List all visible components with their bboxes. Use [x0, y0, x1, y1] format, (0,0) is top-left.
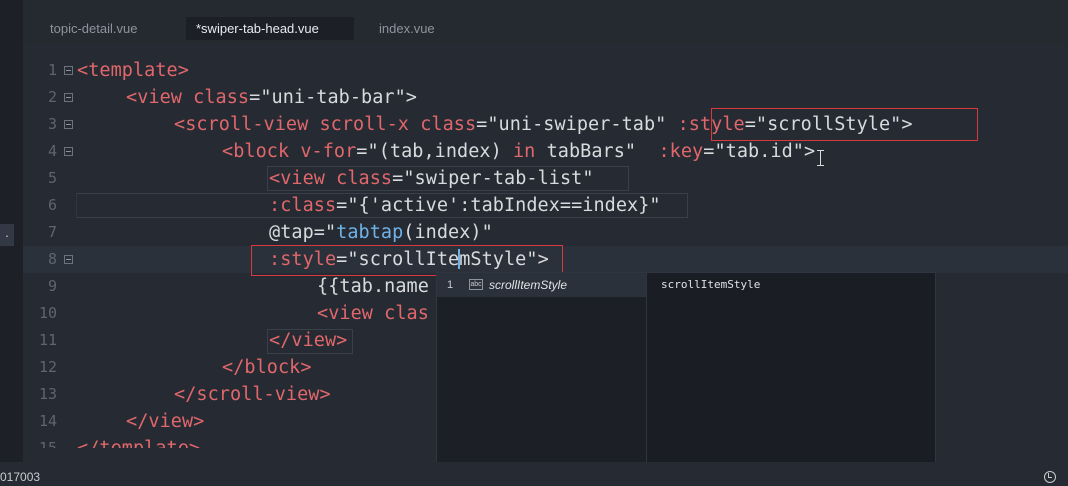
line-number: 11	[38, 331, 57, 349]
code-token: clas	[384, 303, 429, 324]
code-line[interactable]: 3 <scroll-view scroll-x class="uni-swipe…	[23, 111, 1068, 138]
autocomplete-item-index: 1	[447, 279, 454, 291]
autocomplete-popup[interactable]: 1 abc scrollItemStyle scrollItemStyle	[436, 272, 936, 486]
code-token: "swiper-tab-list"	[403, 168, 594, 189]
line-number: 8	[47, 250, 57, 268]
sync-status-icon[interactable]	[1044, 471, 1056, 483]
autocomplete-list[interactable]: 1 abc scrollItemStyle	[437, 273, 647, 485]
code-token: <view	[126, 87, 182, 108]
tab-topic-detail[interactable]: topic-detail.vue	[40, 17, 147, 40]
code-token: {{tab.name	[317, 276, 429, 297]
autocomplete-detail: scrollItemStyle	[661, 278, 761, 291]
line-number: 2	[47, 88, 57, 106]
tab-index[interactable]: index.vue	[369, 17, 445, 40]
code-token: </template>	[77, 438, 200, 448]
code-token: "scrollIte	[347, 249, 460, 270]
autocomplete-item-selected[interactable]: 1 abc scrollItemStyle	[437, 273, 646, 297]
code-token: :style	[269, 249, 337, 270]
line-number: 4	[47, 142, 57, 160]
code-line[interactable]: 6 :class="{'active':tabIndex==index}"	[23, 192, 1068, 219]
line-number: 14	[38, 412, 57, 430]
left-sidebar-strip: .	[0, 0, 23, 486]
code-token: tabtap	[336, 222, 404, 243]
code-token: "tab.i	[714, 141, 782, 162]
side-marker[interactable]: .	[0, 224, 14, 246]
code-token: "uni-tab-bar"	[260, 87, 406, 108]
code-line[interactable]: 7 @tap="tabtap(index)"	[23, 219, 1068, 246]
code-line[interactable]: 2 <view class="uni-tab-bar">	[23, 84, 1068, 111]
code-token: <template>	[77, 60, 189, 81]
code-line[interactable]: 5 <view class="swiper-tab-list"	[23, 165, 1068, 192]
line-number: 3	[47, 115, 57, 133]
code-token: class	[336, 168, 393, 189]
code-token: </view>	[126, 411, 205, 432]
code-token: =	[476, 114, 488, 135]
code-token: mStyle"	[459, 249, 538, 270]
fold-toggle-icon[interactable]	[64, 120, 73, 129]
code-token: in	[512, 141, 536, 162]
line-number: 1	[47, 61, 57, 79]
code-token: <view	[269, 168, 325, 189]
code-token: (index)"	[403, 222, 493, 243]
code-token: <view	[317, 303, 373, 324]
code-token: :style	[677, 114, 745, 135]
code-line-current[interactable]: 8 :style="scrollItemStyle">	[23, 246, 1068, 273]
code-token: </block>	[222, 357, 312, 378]
code-token: "uni-swiper-tab"	[487, 114, 667, 135]
code-token: <block	[222, 141, 290, 162]
code-token: >	[901, 114, 913, 135]
line-number: 15	[38, 439, 57, 448]
code-token: d"	[781, 141, 804, 162]
code-token: "{'active':tabIndex==index}"	[347, 195, 661, 216]
code-token: ="	[313, 222, 337, 243]
tab-swiper-tab-head[interactable]: *swiper-tab-head.vue	[186, 17, 354, 40]
tab-bar: topic-detail.vue *swiper-tab-head.vue in…	[23, 0, 1068, 44]
code-token: scroll-x	[319, 114, 409, 135]
code-token: <scroll-view	[174, 114, 309, 135]
line-number: 12	[38, 358, 57, 376]
code-token: "scrollStyle"	[755, 114, 902, 135]
code-token: </scroll-view>	[174, 384, 331, 405]
line-number: 10	[38, 304, 57, 322]
code-token: >	[405, 87, 417, 108]
code-token: v-for	[300, 141, 357, 162]
line-number: 7	[47, 223, 57, 241]
autocomplete-item-label: scrollItemStyle	[489, 278, 568, 292]
code-token: >	[537, 249, 549, 270]
line-number: 13	[38, 385, 57, 403]
fold-toggle-icon[interactable]	[64, 66, 73, 75]
code-token: class	[420, 114, 477, 135]
code-token: </view>	[269, 330, 348, 351]
status-bar: 017003	[0, 462, 1068, 486]
code-line[interactable]: 4 <block v-for="(tab,index) in tabBars" …	[23, 138, 1068, 165]
code-line[interactable]: 1 <template>	[23, 57, 1068, 84]
code-token: :key	[658, 141, 704, 162]
editor-window: . topic-detail.vue *swiper-tab-head.vue …	[0, 0, 1068, 486]
line-number: 9	[47, 277, 57, 295]
fold-toggle-icon[interactable]	[64, 255, 73, 264]
code-token: >	[803, 141, 816, 162]
line-number: 6	[47, 196, 57, 214]
mouse-ibeam-cursor-icon	[817, 150, 824, 166]
code-token: @tap	[269, 222, 314, 243]
code-token: :class	[269, 195, 337, 216]
code-token: class	[193, 87, 250, 108]
status-text: 017003	[0, 470, 41, 484]
code-token: "(tab,index)	[367, 141, 502, 162]
code-token: =	[249, 87, 261, 108]
text-completion-icon: abc	[469, 279, 483, 290]
fold-toggle-icon[interactable]	[64, 147, 73, 156]
fold-toggle-icon[interactable]	[64, 93, 73, 102]
code-token: tabBars"	[546, 141, 637, 162]
line-number: 5	[47, 169, 57, 187]
